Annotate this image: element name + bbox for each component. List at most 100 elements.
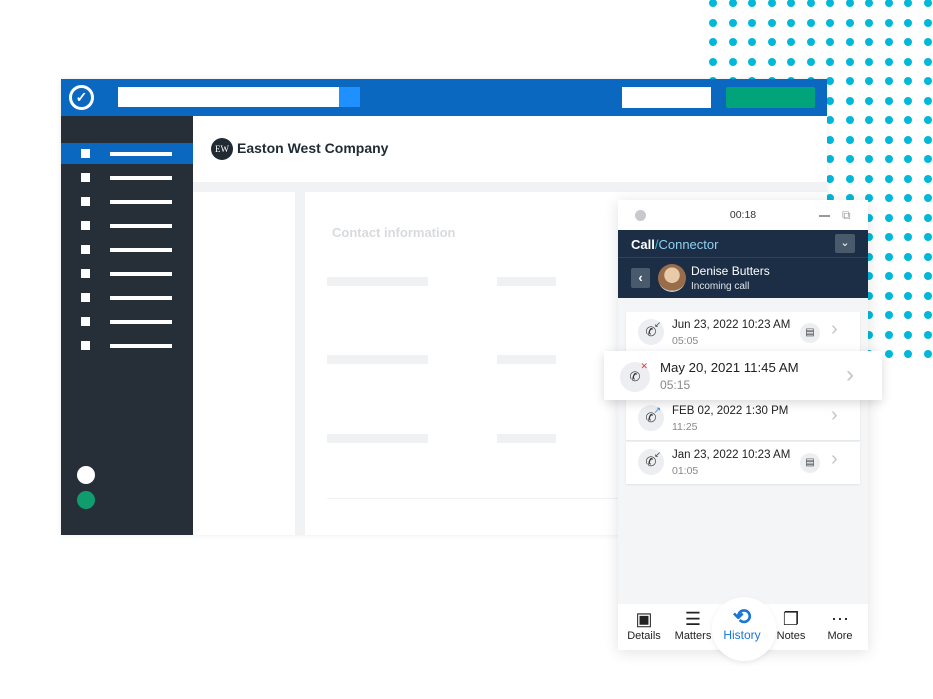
nav-notes[interactable]: ❐ Notes bbox=[766, 608, 816, 642]
decorative-dot bbox=[826, 57, 834, 66]
decorative-dot bbox=[826, 0, 834, 7]
status-indicator-white bbox=[77, 466, 95, 484]
decorative-dot bbox=[884, 116, 893, 124]
sidebar-item-icon bbox=[81, 293, 90, 302]
decorative-dot bbox=[865, 155, 873, 163]
decorative-dot bbox=[884, 0, 893, 7]
panel-header: Call/Connector ⌄ ‹ Denise Butters Incomi… bbox=[618, 230, 868, 298]
decorative-dot bbox=[767, 38, 776, 46]
back-chevron-left-icon[interactable]: ‹ bbox=[631, 268, 650, 288]
minimize-icon[interactable] bbox=[819, 215, 830, 217]
sidebar-item[interactable] bbox=[61, 215, 193, 236]
top-bar: ✓ bbox=[61, 79, 827, 116]
chevron-right-icon[interactable]: › bbox=[846, 361, 854, 389]
decorative-dot bbox=[904, 155, 912, 163]
nav-matters[interactable]: ☰ Matters bbox=[668, 608, 718, 642]
decorative-dot bbox=[884, 135, 893, 144]
decorative-dot bbox=[923, 0, 932, 7]
sidebar-item-label bbox=[110, 152, 172, 156]
search-button[interactable] bbox=[339, 87, 360, 107]
decorative-dot bbox=[826, 155, 834, 163]
call-history-item[interactable]: ✆ ↙ Jan 23, 2022 10:23 AM 01:05 ▤ › bbox=[626, 442, 860, 484]
nav-more[interactable]: ⋯ More bbox=[815, 608, 865, 642]
left-panel bbox=[193, 192, 295, 535]
sidebar-item[interactable] bbox=[61, 263, 193, 284]
sidebar-item-label bbox=[110, 176, 172, 180]
sidebar-item[interactable] bbox=[61, 239, 193, 260]
nav-details[interactable]: ▣ Details bbox=[619, 608, 669, 642]
placeholder bbox=[327, 277, 428, 286]
decorative-dot bbox=[904, 18, 912, 27]
divider bbox=[327, 498, 627, 499]
notes-calendar-icon[interactable]: ▤ bbox=[800, 323, 820, 343]
chevron-right-icon[interactable]: › bbox=[831, 448, 838, 471]
sidebar-item-label bbox=[110, 296, 172, 300]
decorative-dot bbox=[865, 96, 873, 105]
sidebar-item-icon bbox=[81, 269, 90, 278]
decorative-dot bbox=[845, 77, 854, 85]
sidebar-item[interactable] bbox=[61, 191, 193, 212]
call-duration: 05:05 bbox=[672, 335, 699, 347]
decorative-dot bbox=[884, 155, 893, 163]
company-logo: EW bbox=[211, 138, 233, 160]
decorative-dot bbox=[904, 213, 912, 222]
decorative-dot bbox=[845, 38, 854, 46]
decorative-dot bbox=[923, 135, 932, 144]
sidebar-item[interactable] bbox=[61, 335, 193, 356]
decorative-dot bbox=[845, 174, 854, 183]
call-date: FEB 02, 2022 1:30 PM bbox=[672, 405, 789, 417]
decorative-dot bbox=[728, 38, 737, 46]
chevron-right-icon[interactable]: › bbox=[831, 404, 838, 427]
top-right-field[interactable] bbox=[622, 87, 711, 108]
decorative-dot bbox=[923, 252, 932, 261]
call-date: Jan 23, 2022 10:23 AM bbox=[672, 449, 791, 461]
sidebar-item-icon bbox=[81, 149, 90, 158]
nav-label: Notes bbox=[776, 630, 806, 642]
call-timer: 00:18 bbox=[729, 209, 757, 221]
call-connector-panel: 00:18 ⧉ Call/Connector ⌄ ‹ Denise Butter… bbox=[604, 200, 882, 661]
notes-calendar-icon[interactable]: ▤ bbox=[800, 453, 820, 473]
decorative-dot bbox=[923, 96, 932, 105]
brand-title: Call/Connector bbox=[631, 237, 718, 252]
call-history-item[interactable]: ✆ ✕ May 20, 2021 11:45 AM 05:15 › bbox=[604, 351, 882, 400]
decorative-dot bbox=[845, 0, 854, 7]
decorative-dot bbox=[748, 57, 756, 66]
decorative-dot bbox=[767, 57, 776, 66]
decorative-dot bbox=[865, 116, 873, 124]
sidebar-item[interactable] bbox=[61, 143, 193, 164]
popout-icon[interactable]: ⧉ bbox=[842, 208, 851, 223]
nav-label: More bbox=[827, 630, 853, 642]
sidebar-item-icon bbox=[81, 317, 90, 326]
search-input[interactable] bbox=[118, 87, 339, 107]
decorative-dot bbox=[865, 18, 873, 27]
decorative-dot bbox=[904, 57, 912, 66]
call-history-item[interactable]: ✆ ↗ FEB 02, 2022 1:30 PM 11:25 › bbox=[626, 398, 860, 440]
contact-card-icon: ▣ bbox=[635, 609, 653, 629]
decorative-dot bbox=[767, 18, 776, 27]
chevron-right-icon[interactable]: › bbox=[831, 318, 838, 341]
decorative-dot bbox=[884, 38, 893, 46]
decorative-dot bbox=[884, 174, 893, 183]
decorative-dot bbox=[923, 155, 932, 163]
contact-avatar bbox=[658, 264, 686, 292]
decorative-dot bbox=[923, 213, 932, 222]
primary-action-button[interactable] bbox=[726, 87, 815, 108]
section-title: Contact information bbox=[332, 225, 456, 240]
app-logo-check-icon: ✓ bbox=[69, 85, 94, 110]
decorative-dot bbox=[923, 350, 932, 358]
decorative-dot bbox=[767, 0, 776, 7]
panel-titlebar: 00:18 ⧉ bbox=[618, 200, 868, 230]
company-header: EW Easton West Company bbox=[193, 116, 827, 182]
call-history-item[interactable]: ✆ ↙ Jun 23, 2022 10:23 AM 05:05 ▤ › bbox=[626, 312, 860, 352]
sidebar-item[interactable] bbox=[61, 311, 193, 332]
collapse-chevron-down-icon[interactable]: ⌄ bbox=[835, 234, 855, 253]
decorative-dot bbox=[923, 57, 932, 66]
nav-history[interactable]: ⟲ History bbox=[717, 606, 767, 643]
decorative-dot bbox=[923, 311, 932, 319]
decorative-dot bbox=[826, 174, 834, 183]
sidebar-item[interactable] bbox=[61, 167, 193, 188]
sidebar-item[interactable] bbox=[61, 287, 193, 308]
decorative-dot bbox=[904, 272, 912, 280]
decorative-dot bbox=[904, 311, 912, 319]
decorative-dot bbox=[728, 0, 737, 7]
